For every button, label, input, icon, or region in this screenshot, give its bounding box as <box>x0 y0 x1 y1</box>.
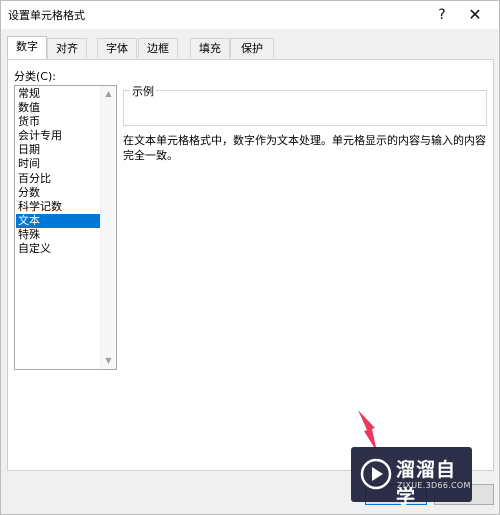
category-item-special[interactable]: 特殊 <box>16 228 100 242</box>
category-item-custom[interactable]: 自定义 <box>16 242 100 256</box>
sample-group: 示例 <box>123 83 487 126</box>
dialog-title: 设置单元格格式 <box>8 9 85 22</box>
help-button[interactable]: ? <box>430 3 454 27</box>
tab-number[interactable]: 数字 <box>7 36 47 59</box>
category-item-general[interactable]: 常规 <box>16 87 100 101</box>
category-listbox[interactable]: 常规 数值 货币 会计专用 日期 时间 百分比 分数 科学记数 文本 特殊 自定… <box>14 85 117 370</box>
dialog-body: 数字 对齐 字体 边框 填充 保护 分类(C): 常规 数值 货币 会计专用 日… <box>1 29 499 514</box>
category-item-text[interactable]: 文本 <box>16 213 100 228</box>
scroll-down-icon[interactable]: ▼ <box>101 355 116 367</box>
category-scrollbar[interactable]: ▲ ▼ <box>100 86 116 369</box>
category-label: 分类(C): <box>14 70 56 83</box>
tab-font[interactable]: 字体 <box>97 38 137 58</box>
category-item-accounting[interactable]: 会计专用 <box>16 129 100 143</box>
category-item-fraction[interactable]: 分数 <box>16 186 100 200</box>
tab-border[interactable]: 边框 <box>138 38 178 58</box>
category-item-currency[interactable]: 货币 <box>16 115 100 129</box>
number-tab-panel: 分类(C): 常规 数值 货币 会计专用 日期 时间 百分比 分数 科学记数 文… <box>7 59 494 471</box>
scroll-up-icon[interactable]: ▲ <box>101 88 116 100</box>
category-list: 常规 数值 货币 会计专用 日期 时间 百分比 分数 科学记数 文本 特殊 自定… <box>16 87 100 256</box>
category-item-date[interactable]: 日期 <box>16 143 100 157</box>
category-item-time[interactable]: 时间 <box>16 157 100 171</box>
title-bar: 设置单元格格式 ? ✕ <box>1 1 499 29</box>
category-item-number[interactable]: 数值 <box>16 101 100 115</box>
tab-fill[interactable]: 填充 <box>190 38 230 58</box>
watermark-url: ZIXUE.3D66.COM <box>397 481 471 490</box>
format-description: 在文本单元格格式中，数字作为文本处理。单元格显示的内容与输入的内容完全一致。 <box>123 134 486 162</box>
tab-alignment[interactable]: 对齐 <box>47 38 87 58</box>
sample-legend: 示例 <box>130 83 156 99</box>
play-logo-icon <box>360 458 392 490</box>
category-item-percentage[interactable]: 百分比 <box>16 172 100 186</box>
close-button[interactable]: ✕ <box>463 3 487 27</box>
watermark-badge: 溜溜自学 ZIXUE.3D66.COM <box>351 447 472 508</box>
tab-protection[interactable]: 保护 <box>230 38 274 58</box>
category-item-scientific[interactable]: 科学记数 <box>16 200 100 214</box>
format-cells-dialog: 设置单元格格式 ? ✕ 数字 对齐 字体 边框 填充 保护 分类(C): 常规 … <box>0 0 500 515</box>
